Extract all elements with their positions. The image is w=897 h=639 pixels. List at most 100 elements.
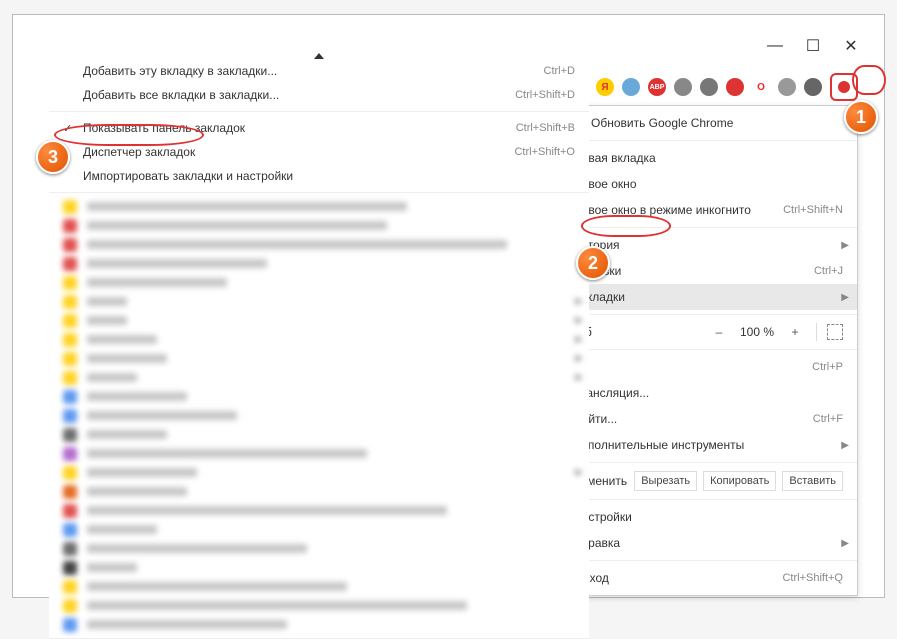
menu-item-label: Трансляция...	[573, 386, 843, 400]
bookmark-item[interactable]	[49, 501, 589, 520]
submenu-import-bookmarks[interactable]: Импортировать закладки и настройки	[49, 164, 589, 188]
favicon-icon	[63, 504, 77, 518]
bookmark-item[interactable]	[49, 254, 589, 273]
bookmarks-submenu: Добавить эту вкладку в закладки...Ctrl+D…	[49, 55, 589, 639]
zoom-out-button[interactable]: –	[708, 325, 730, 339]
bookmark-item[interactable]	[49, 520, 589, 539]
menu-item-label: Добавить все вкладки в закладки...	[83, 88, 515, 102]
menu-new-tab[interactable]: Новая вкладка	[559, 145, 857, 171]
bookmark-item[interactable]	[49, 615, 589, 634]
check-icon: ✓	[63, 122, 77, 135]
bookmark-item[interactable]	[49, 482, 589, 501]
menu-edit-row: Изменить Вырезать Копировать Вставить	[559, 467, 857, 495]
bookmark-title	[87, 297, 127, 306]
bookmark-item[interactable]	[49, 444, 589, 463]
paste-button[interactable]: Вставить	[782, 471, 843, 491]
bookmark-item[interactable]	[49, 539, 589, 558]
bookmark-item[interactable]: ▶	[49, 368, 589, 387]
bookmark-title	[87, 449, 367, 458]
menu-item-label: Обновить Google Chrome	[591, 116, 843, 130]
favicon-icon	[63, 447, 77, 461]
bookmark-item[interactable]	[49, 425, 589, 444]
bookmark-item[interactable]: ▶	[49, 311, 589, 330]
menu-exit[interactable]: ВыходCtrl+Shift+Q	[559, 565, 857, 591]
extensions-row: ☆MЯABPO	[546, 73, 858, 101]
bookmark-title	[87, 259, 267, 268]
bookmark-item[interactable]	[49, 387, 589, 406]
bookmark-item[interactable]: ▶	[49, 292, 589, 311]
favicon-icon	[63, 200, 77, 214]
menu-downloads[interactable]: ЗагрузкиCtrl+J	[559, 258, 857, 284]
submenu-show-bookmarks-bar[interactable]: ✓ Показывать панель закладокCtrl+Shift+B	[49, 116, 589, 140]
bookmark-item[interactable]	[49, 235, 589, 254]
favicon-icon	[63, 580, 77, 594]
favicon-icon	[63, 618, 77, 632]
menu-item-label: Найти...	[573, 412, 813, 426]
chrome-menu-button[interactable]	[830, 73, 858, 101]
submenu-add-all-tabs[interactable]: Добавить все вкладки в закладки...Ctrl+S…	[49, 83, 589, 107]
abp-icon[interactable]: ABP	[648, 78, 666, 96]
bookmark-item[interactable]	[49, 558, 589, 577]
menu-more-tools[interactable]: Дополнительные инструменты▶	[559, 432, 857, 458]
favicon-icon	[63, 390, 77, 404]
menu-item-label: ...	[573, 360, 812, 374]
menu-item-label: Настройки	[573, 510, 843, 524]
fullscreen-icon[interactable]	[827, 324, 843, 340]
favicon-icon	[63, 238, 77, 252]
menu-zoom-row: таб – 100 % +	[559, 319, 857, 345]
bookmark-title	[87, 544, 307, 553]
zoom-in-button[interactable]: +	[784, 325, 806, 339]
menu-item-label: Дополнительные инструменты	[573, 438, 843, 452]
cut-button[interactable]: Вырезать	[634, 471, 697, 491]
menu-item-label: Новое окно	[573, 177, 843, 191]
menu-new-window[interactable]: Новое окно	[559, 171, 857, 197]
ext-icon-1[interactable]	[674, 78, 692, 96]
menu-find[interactable]: Найти...Ctrl+F	[559, 406, 857, 432]
shortcut: Ctrl+Shift+Q	[782, 572, 843, 584]
bookmark-item[interactable]	[49, 596, 589, 615]
maximize-button[interactable]: ☐	[806, 39, 820, 53]
bookmark-item[interactable]	[49, 197, 589, 216]
menu-help[interactable]: Справка▶	[559, 530, 857, 556]
chevron-right-icon: ▶	[575, 296, 583, 307]
yandex-icon[interactable]: Я	[596, 78, 614, 96]
bookmark-item[interactable]	[49, 577, 589, 596]
shortcut: Ctrl+Shift+D	[515, 89, 575, 101]
menu-cast[interactable]: Трансляция...	[559, 380, 857, 406]
chevron-right-icon: ▶	[575, 353, 583, 364]
ext-icon-4[interactable]	[778, 78, 796, 96]
bookmark-item[interactable]	[49, 216, 589, 235]
favicon-icon	[63, 257, 77, 271]
bookmark-title	[87, 240, 507, 249]
submenu-bookmark-manager[interactable]: Диспетчер закладокCtrl+Shift+O	[49, 140, 589, 164]
bookmark-item[interactable]: ▶	[49, 330, 589, 349]
bookmark-item[interactable]: ▶	[49, 463, 589, 482]
bookmark-item[interactable]: ▶	[49, 349, 589, 368]
bookmark-title	[87, 335, 157, 344]
ghostery-icon[interactable]	[622, 78, 640, 96]
menu-print[interactable]: ...Ctrl+P	[559, 354, 857, 380]
chevron-right-icon: ▶	[575, 334, 583, 345]
minimize-button[interactable]: —	[768, 39, 782, 53]
menu-settings[interactable]: Настройки	[559, 504, 857, 530]
bookmark-item[interactable]	[49, 406, 589, 425]
menu-bookmarks[interactable]: Закладки▶	[559, 284, 857, 310]
ext-icon-3[interactable]	[726, 78, 744, 96]
chevron-right-icon: ▶	[841, 292, 849, 303]
chevron-right-icon: ▶	[575, 372, 583, 383]
menu-item-label: Показывать панель закладок	[83, 121, 516, 135]
opera-icon[interactable]: O	[752, 78, 770, 96]
divider	[816, 323, 817, 341]
menu-update-chrome[interactable]: Обновить Google Chrome	[559, 110, 857, 136]
submenu-add-this-tab[interactable]: Добавить эту вкладку в закладки...Ctrl+D	[49, 59, 589, 83]
menu-dot-icon	[838, 81, 850, 93]
bookmark-item[interactable]	[49, 273, 589, 292]
favicon-icon	[63, 523, 77, 537]
ext-icon-5[interactable]	[804, 78, 822, 96]
menu-history[interactable]: История▶	[559, 232, 857, 258]
menu-incognito[interactable]: Новое окно в режиме инкогнитоCtrl+Shift+…	[559, 197, 857, 223]
shortcut: Ctrl+Shift+B	[516, 122, 575, 134]
ext-icon-2[interactable]	[700, 78, 718, 96]
copy-button[interactable]: Копировать	[703, 471, 776, 491]
close-button[interactable]: ✕	[844, 39, 858, 53]
